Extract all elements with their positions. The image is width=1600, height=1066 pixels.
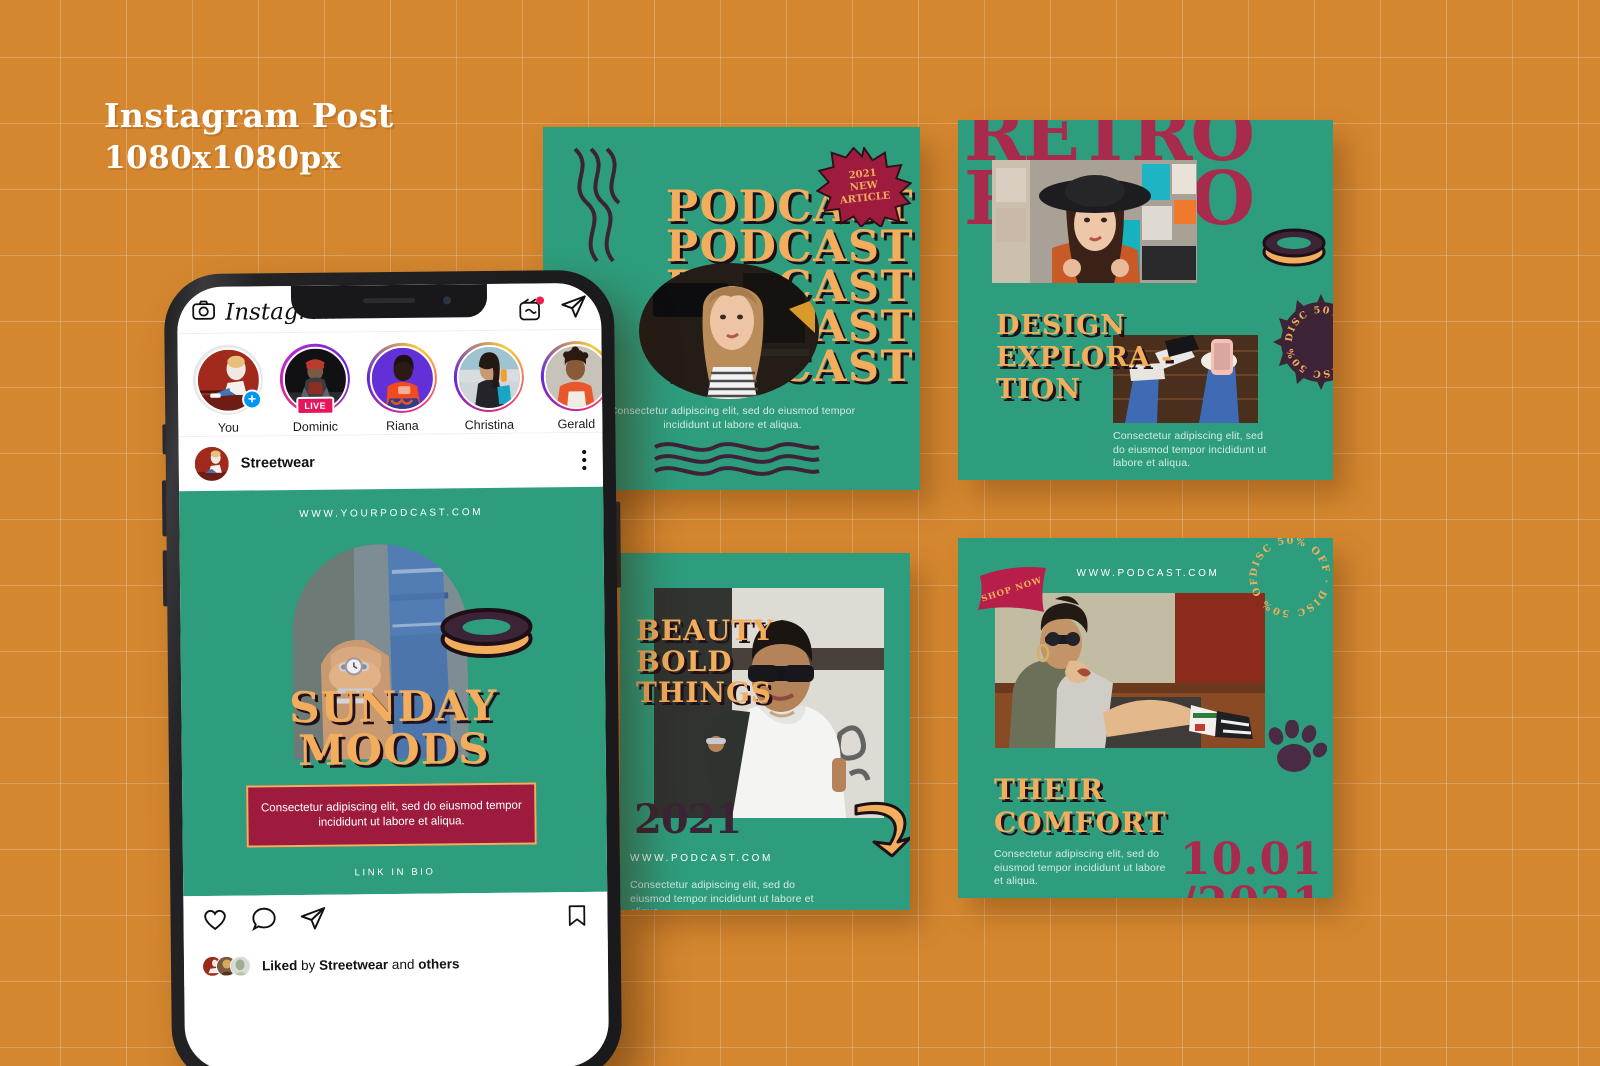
phone-mockup: Instagram + You LIVE Dominic Riana Chris… <box>161 269 623 1066</box>
post-header: Streetwear <box>178 432 604 492</box>
story-ring <box>540 340 603 412</box>
ring-decoration-icon <box>440 608 533 659</box>
retro-design-card[interactable]: RETRO RETRO <box>958 120 1333 480</box>
beauty-card[interactable]: BEAUTY BOLD THINGS 2021 WWW.PODCAST.COM … <box>620 553 910 910</box>
podcast-caption: Consectetur adipiscing elit, sed do eius… <box>609 405 856 431</box>
story-name: Gerald <box>557 416 596 432</box>
stories-tray[interactable]: + You LIVE Dominic Riana Christina Geral… <box>177 329 603 438</box>
story-dominic[interactable]: LIVE Dominic <box>279 343 352 435</box>
live-badge: LIVE <box>296 396 335 415</box>
post-caption: Consectetur adipiscing elit, sed do eius… <box>260 799 522 829</box>
beauty-title-line2: BOLD <box>636 645 733 678</box>
comfort-url[interactable]: WWW.PODCAST.COM <box>1038 568 1258 579</box>
likes-others[interactable]: others <box>418 956 459 971</box>
post-url: WWW.YOURPODCAST.COM <box>299 507 484 520</box>
story-christina[interactable]: Christina <box>452 341 525 434</box>
new-article-badge-text: 2021 NEW ARTICLE <box>812 142 916 232</box>
comfort-caption: Consectetur adipiscing elit, sed do eius… <box>994 848 1166 887</box>
wave-decoration-icon <box>654 442 820 476</box>
story-ring <box>366 342 438 414</box>
curved-arrow-icon <box>854 801 910 858</box>
post-username[interactable]: Streetwear <box>241 455 315 472</box>
likes-and: and <box>391 956 415 972</box>
story-name: Dominic <box>292 419 339 435</box>
beauty-year: 2021 <box>634 796 742 843</box>
story-name: Riana <box>385 418 419 434</box>
more-options-icon[interactable] <box>582 449 587 471</box>
page-title-line1: Instagram Post <box>104 96 394 135</box>
post-image[interactable]: WWW.YOURPODCAST.COM SUNDAY MOODS Consect… <box>179 486 608 897</box>
beauty-title-line3: THINGS <box>636 676 773 709</box>
post-title-line1: SUNDAY <box>288 680 498 733</box>
avatar <box>229 955 252 977</box>
story-riana[interactable]: Riana <box>366 342 439 435</box>
comment-icon[interactable] <box>250 905 277 937</box>
comfort-date-line1: 10.01 <box>1180 834 1323 885</box>
comfort-title-line1: THEIR <box>994 773 1104 806</box>
retro-title-line3: TION <box>996 374 1081 405</box>
beauty-url[interactable]: WWW.PODCAST.COM <box>630 853 830 864</box>
beauty-caption: Consectetur adipiscing elit, sed do eius… <box>630 879 814 910</box>
igtv-icon[interactable] <box>517 295 545 322</box>
retro-caption: Consectetur adipiscing elit, sed do eius… <box>1113 430 1267 469</box>
story-you[interactable]: + You <box>192 344 265 436</box>
liked-by-avatars <box>201 955 252 977</box>
story-ring <box>453 341 525 413</box>
page-title-line2: 1080x1080px <box>104 140 341 176</box>
igtv-notification-dot <box>536 295 545 304</box>
beauty-title-line1: BEAUTY <box>636 614 774 647</box>
liked-by-text: Liked by Streetwear and others <box>262 956 460 973</box>
comfort-card[interactable]: WWW.PODCAST.COM SHOP NOW THEIR COMFORT C… <box>958 538 1333 898</box>
likes-prefix: Liked <box>261 957 298 973</box>
beauty-title: BEAUTY BOLD THINGS <box>636 615 774 708</box>
comfort-date: 10.01 /2021 <box>1180 834 1324 899</box>
heart-icon[interactable] <box>201 906 228 938</box>
phone-notch <box>290 283 488 320</box>
ring-decoration-icon <box>1262 228 1326 267</box>
story-gerald[interactable]: Gerald <box>539 340 603 433</box>
page-title: Instagram Post 1080x1080px <box>104 96 394 180</box>
comfort-model-photo <box>995 593 1265 748</box>
retro-portrait-photo <box>992 160 1197 283</box>
post-caption-box: Consectetur adipiscing elit, sed do eius… <box>246 782 537 848</box>
post-link-in-bio[interactable]: LINK IN BIO <box>183 865 607 880</box>
shop-now-tag[interactable]: SHOP NOW <box>976 564 1048 616</box>
bookmark-icon[interactable] <box>564 903 589 933</box>
add-story-icon[interactable]: + <box>241 389 263 410</box>
podcast-title-2: PODCAST <box>665 222 914 272</box>
podcast-portrait-photo <box>639 263 819 399</box>
post-likes-row: Liked by Streetwear and others <box>183 941 609 987</box>
phone-body: Instagram + You LIVE Dominic Riana Chris… <box>163 269 623 1066</box>
likes-by: by <box>300 957 316 973</box>
comfort-title: THEIR COMFORT <box>994 773 1167 839</box>
camera-icon[interactable] <box>191 298 216 328</box>
svg-text:DISC 50% OFF · DISC 50% OFF ·: DISC 50% OFF · DISC 50% OFF · <box>1241 538 1331 619</box>
comfort-title-line2: COMFORT <box>994 806 1167 839</box>
comfort-disc-seal[interactable]: DISC 50% OFF · DISC 50% OFF · <box>1237 538 1333 626</box>
phone-screen: Instagram + You LIVE Dominic Riana Chris… <box>176 282 610 1066</box>
story-name: Christina <box>464 417 515 433</box>
retro-title: DESIGN EXPLORA - TION <box>996 310 1173 406</box>
share-icon[interactable] <box>299 905 326 937</box>
avatar[interactable] <box>194 446 229 482</box>
new-article-badge[interactable]: 2021 NEW ARTICLE <box>815 145 913 229</box>
story-name: You <box>217 420 240 435</box>
comfort-date-line2: /2021 <box>1180 882 1324 899</box>
disc-seal-badge[interactable]: DISC 50% OFF · DISC 50% OFF · <box>1266 284 1333 390</box>
phone-speaker <box>363 297 416 304</box>
post-action-bar <box>183 891 608 949</box>
paw-print-icon <box>1268 720 1327 772</box>
post-title: SUNDAY MOODS <box>181 680 606 775</box>
post-title-line2: MOODS <box>297 723 490 775</box>
retro-title-line2: EXPLORA - <box>996 342 1174 373</box>
badge-article: ARTICLE <box>839 190 891 207</box>
messenger-icon[interactable] <box>560 293 587 325</box>
phone-front-camera <box>443 296 452 305</box>
likes-username[interactable]: Streetwear <box>319 957 388 973</box>
retro-title-line1: DESIGN <box>996 310 1126 341</box>
